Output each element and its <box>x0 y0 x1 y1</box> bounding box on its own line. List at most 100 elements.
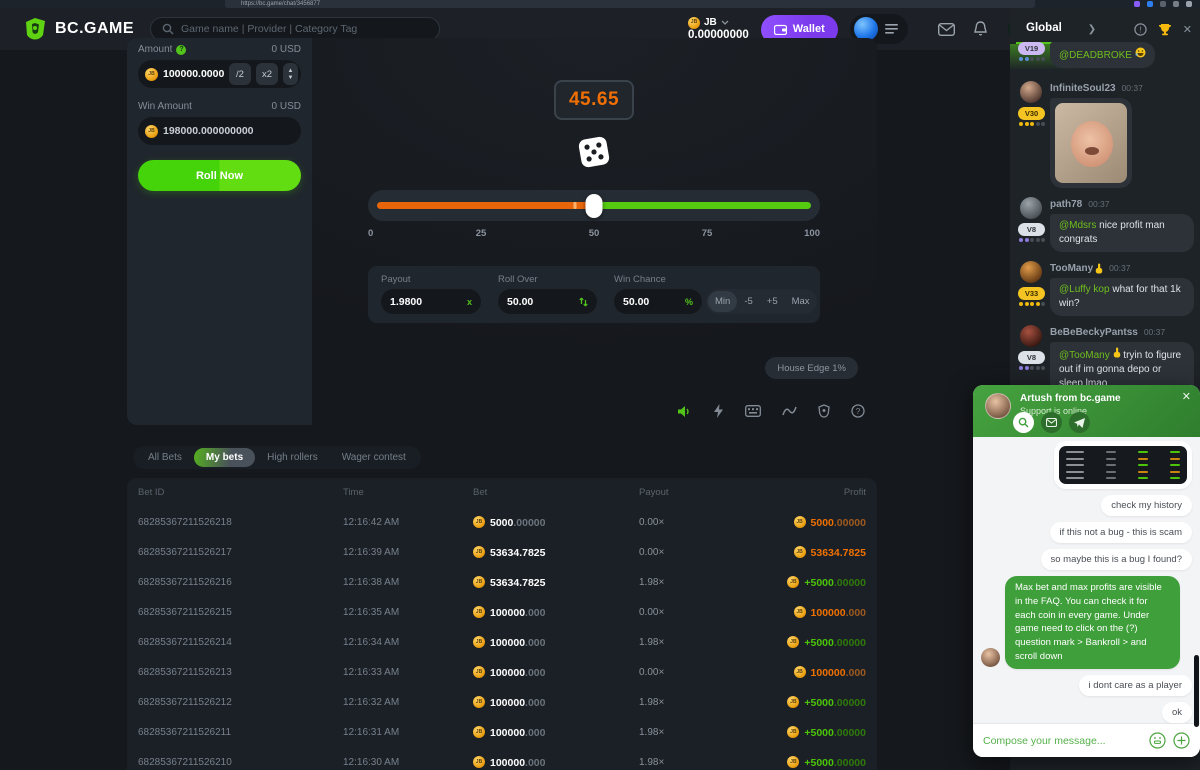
table-row[interactable]: 6828536721152621312:16:33 AMJB100000.000… <box>138 657 866 687</box>
turbo-icon[interactable] <box>713 404 724 418</box>
chat-bubble[interactable]: @Mdsrs nice profit man congrats <box>1050 214 1194 252</box>
amount-input[interactable]: JB 100000.00000000 /2 x2 ▲▼ <box>138 60 301 88</box>
message-header: TooMany00:37 <box>1050 261 1196 275</box>
roll-slider[interactable] <box>368 190 820 221</box>
browser-bar: https://bc.game/chat/3456877 <box>0 0 1200 8</box>
sound-icon[interactable] <box>677 405 692 418</box>
tab-high-rollers[interactable]: High rollers <box>255 448 330 467</box>
support-close-icon[interactable]: ✕ <box>1182 390 1191 403</box>
extension-icon[interactable] <box>1160 1 1166 7</box>
amount-value[interactable]: 100000.00000000 <box>163 68 224 80</box>
chat-rules-icon[interactable]: ! <box>1134 23 1147 36</box>
half-bet-button[interactable]: /2 <box>229 63 251 85</box>
chat-bubble[interactable]: @Luffy kop what for that 1k win? <box>1050 278 1194 316</box>
bet-time: 12:16:32 AM <box>343 697 473 708</box>
tab-all-bets[interactable]: All Bets <box>136 448 194 467</box>
table-row[interactable]: 6828536721152621112:16:31 AMJB100000.000… <box>138 717 866 747</box>
jb-coin-icon: JB <box>787 726 799 738</box>
browser-url: https://bc.game/chat/3456877 <box>241 1 320 7</box>
table-row[interactable]: 6828536721152621612:16:38 AMJB53634.7825… <box>138 567 866 597</box>
roll-over-input[interactable]: 50.00 <box>498 289 597 314</box>
emoji-icon[interactable] <box>1149 732 1166 749</box>
payout-input[interactable]: 1.9800 x <box>381 289 481 314</box>
bet-id[interactable]: 68285367211526210 <box>138 757 343 768</box>
user-avatar[interactable] <box>1020 81 1042 103</box>
help-icon[interactable]: ? <box>851 404 865 418</box>
tab-my-bets[interactable]: My bets <box>194 448 255 467</box>
bet-id[interactable]: 68285367211526217 <box>138 547 343 558</box>
extension-icon[interactable] <box>1173 1 1179 7</box>
bet-id[interactable]: 68285367211526211 <box>138 727 343 738</box>
support-telegram-icon[interactable] <box>1069 412 1090 433</box>
support-search-icon[interactable] <box>1013 412 1034 433</box>
attach-plus-icon[interactable] <box>1173 732 1190 749</box>
bc-logo[interactable]: BC.GAME <box>22 16 134 42</box>
support-message-input[interactable] <box>983 735 1142 747</box>
tab-wager-contest[interactable]: Wager contest <box>330 448 418 467</box>
hotkeys-icon[interactable] <box>745 405 761 417</box>
bet-id[interactable]: 68285367211526212 <box>138 697 343 708</box>
chat-tab-global[interactable]: Global <box>1026 22 1062 36</box>
chat-image-baby-crying[interactable] <box>1055 103 1127 183</box>
user-avatar[interactable] <box>1020 261 1042 283</box>
chat-close-icon[interactable]: ✕ <box>1183 23 1192 36</box>
bet-time: 12:16:31 AM <box>343 727 473 738</box>
chance-button-plus5[interactable]: +5 <box>760 291 785 312</box>
extension-icon[interactable] <box>1186 1 1192 7</box>
username[interactable]: TooMany <box>1050 263 1103 274</box>
table-row[interactable]: 6828536721152621012:16:30 AMJB100000.000… <box>138 747 866 770</box>
swap-icon[interactable] <box>579 297 588 307</box>
notifications-bell-icon[interactable] <box>973 21 988 37</box>
double-bet-button[interactable]: x2 <box>256 63 278 85</box>
messages-icon[interactable] <box>938 23 955 36</box>
amount-stepper[interactable]: ▲▼ <box>283 63 298 85</box>
user-mention[interactable]: @DEADBROKE <box>1059 50 1132 61</box>
chat-next-chevron-icon[interactable]: ❯ <box>1088 24 1096 35</box>
username[interactable]: path78 <box>1050 199 1082 210</box>
chat-bubble[interactable]: @DEADBROKE <box>1050 42 1155 68</box>
slider-handle[interactable] <box>586 194 603 218</box>
chat-bubble[interactable] <box>1050 98 1132 188</box>
chance-button-min[interactable]: Min <box>708 291 737 312</box>
table-row[interactable]: 6828536721152621712:16:39 AMJB53634.7825… <box>138 537 866 567</box>
browser-extension-icons[interactable] <box>1134 1 1192 7</box>
chance-button-minus5[interactable]: -5 <box>737 291 759 312</box>
support-email-icon[interactable] <box>1041 412 1062 433</box>
support-image-bubble[interactable] <box>1054 441 1192 489</box>
table-row[interactable]: 6828536721152621212:16:32 AMJB100000.000… <box>138 687 866 717</box>
bet-id[interactable]: 68285367211526216 <box>138 577 343 588</box>
user-mention[interactable]: @Mdsrs <box>1059 220 1096 231</box>
medal-dots <box>1019 366 1045 370</box>
bet-profit: JB+5000.00000 <box>787 753 866 770</box>
user-avatar[interactable] <box>1020 197 1042 219</box>
user-avatar[interactable] <box>1020 325 1042 347</box>
column-header: Bet ID <box>138 487 343 498</box>
chance-button-max[interactable]: Max <box>785 291 817 312</box>
trends-icon[interactable] <box>782 405 797 417</box>
user-mention[interactable]: @Luffy kop <box>1059 284 1110 295</box>
table-row[interactable]: 6828536721152621512:16:35 AMJB100000.000… <box>138 597 866 627</box>
trophy-icon[interactable] <box>1158 23 1172 36</box>
amount-info-icon[interactable]: ? <box>176 45 186 55</box>
extension-icon[interactable] <box>1134 1 1140 7</box>
bet-profit: JB+5000.00000 <box>787 723 866 741</box>
roll-over-value: 50.00 <box>507 296 533 308</box>
menu-icon[interactable] <box>885 24 898 34</box>
fairness-shield-icon[interactable] <box>818 404 830 418</box>
table-row[interactable]: 6828536721152621412:16:34 AMJB100000.000… <box>138 627 866 657</box>
browser-url-field[interactable]: https://bc.game/chat/3456877 <box>225 0 1035 8</box>
table-row[interactable]: 6828536721152621812:16:42 AMJB5000.00000… <box>138 507 866 537</box>
bet-id[interactable]: 68285367211526215 <box>138 607 343 618</box>
username[interactable]: BeBeBeckyPantss <box>1050 327 1138 338</box>
bet-id[interactable]: 68285367211526213 <box>138 667 343 678</box>
win-chance-input[interactable]: 50.00 % <box>614 289 702 314</box>
support-scrollbar[interactable] <box>1194 655 1199 727</box>
user-mention[interactable]: @TooMany <box>1059 350 1110 361</box>
extension-icon[interactable] <box>1147 1 1153 7</box>
bet-amount: JB100000.000 <box>473 723 639 741</box>
username[interactable]: InfiniteSoul23 <box>1050 83 1116 94</box>
bet-id[interactable]: 68285367211526214 <box>138 637 343 648</box>
bet-id[interactable]: 68285367211526218 <box>138 517 343 528</box>
win-amount-input[interactable]: JB 198000.000000000 <box>138 117 301 145</box>
roll-now-button[interactable]: Roll Now <box>138 160 301 191</box>
